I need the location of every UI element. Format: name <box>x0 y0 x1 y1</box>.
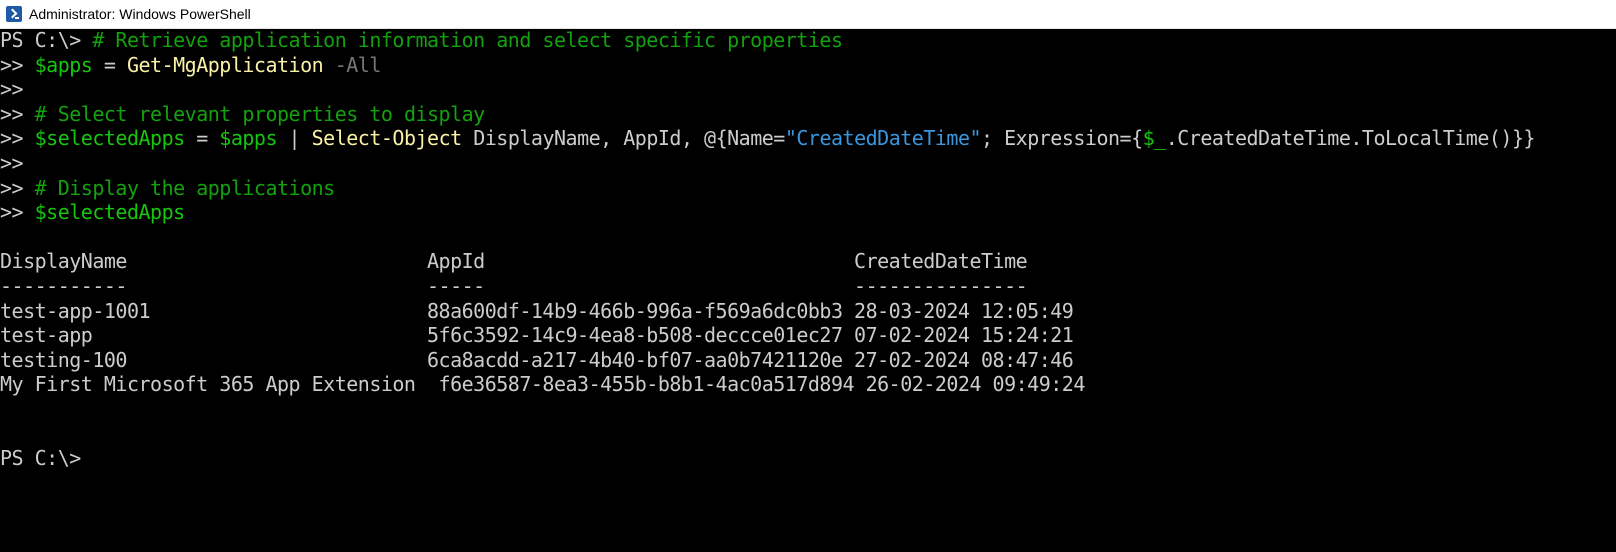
terminal-text-segment: >> <box>0 101 35 126</box>
terminal-line: >> $selectedApps = $apps | Select-Object… <box>0 126 1616 151</box>
terminal-text-segment: >> <box>0 126 35 151</box>
terminal-line: test-app 5f6c3592-14c9-4ea8-b508-deccce0… <box>0 323 1616 348</box>
terminal-text-segment: = <box>92 52 127 77</box>
terminal-line: My First Microsoft 365 App Extension f6e… <box>0 372 1616 397</box>
terminal-text-segment: PS C:\> <box>0 446 81 471</box>
terminal-line: test-app-1001 88a600df-14b9-466b-996a-f5… <box>0 299 1616 324</box>
terminal-text-segment: "CreatedDateTime" <box>784 126 982 151</box>
terminal-text-segment: ----------- ----- --------------- <box>0 273 1028 298</box>
terminal-line: >> # Display the applications <box>0 176 1616 201</box>
terminal-line: >> $apps = Get-MgApplication -All <box>0 53 1616 78</box>
terminal-text-segment: >> <box>0 77 24 102</box>
terminal-text-segment: # Retrieve application information and s… <box>92 28 843 52</box>
window-titlebar[interactable]: Administrator: Windows PowerShell <box>0 0 1616 29</box>
terminal-text-segment: .CreatedDateTime.ToLocalTime()}} <box>1165 126 1536 151</box>
terminal-text-segment: # Display the applications <box>34 175 336 200</box>
terminal-text-segment: DisplayName AppId CreatedDateTime <box>0 249 1028 274</box>
terminal-text-segment: >> <box>0 200 35 225</box>
terminal-line: >> <box>0 151 1616 176</box>
terminal-text-segment: PS C:\> <box>0 28 93 52</box>
terminal-text-segment: $apps <box>219 126 278 151</box>
terminal-text-segment: = <box>184 126 220 151</box>
terminal-line: DisplayName AppId CreatedDateTime <box>0 249 1616 274</box>
terminal-line: ----------- ----- --------------- <box>0 274 1616 299</box>
terminal-line: >> $selectedApps <box>0 200 1616 225</box>
terminal-text-segment: >> <box>0 52 35 77</box>
terminal-text-segment: testing-100 6ca8acdd-a217-4b40-bf07-aa0b… <box>0 347 1074 372</box>
terminal-line: PS C:\> # Retrieve application informati… <box>0 28 1616 53</box>
terminal-text-segment: DisplayName, AppId, @{Name= <box>461 126 785 151</box>
terminal-text-segment: $selectedApps <box>34 126 186 151</box>
powershell-icon <box>6 6 22 22</box>
terminal-text-segment: test-app-1001 88a600df-14b9-466b-996a-f5… <box>0 298 1074 323</box>
terminal-text-segment: | <box>277 126 312 151</box>
terminal-text-segment: Select-Object <box>311 126 463 151</box>
terminal-text-segment: -All <box>323 52 382 77</box>
terminal-text-segment: >> <box>0 175 35 200</box>
terminal-text-segment: $_ <box>1142 126 1167 151</box>
terminal-text-segment: Get-MgApplication <box>126 52 324 77</box>
terminal-text-segment: >> <box>0 150 24 175</box>
terminal-line: testing-100 6ca8acdd-a217-4b40-bf07-aa0b… <box>0 348 1616 373</box>
terminal-text-segment: My First Microsoft 365 App Extension f6e… <box>0 372 1085 397</box>
terminal-output[interactable]: PS C:\> # Retrieve application informati… <box>0 28 1616 552</box>
terminal-text-segment: ; Expression={ <box>981 126 1143 151</box>
terminal-text-segment: $apps <box>34 52 93 77</box>
terminal-text-segment: $selectedApps <box>34 200 186 225</box>
terminal-text-segment: # Select relevant properties to display <box>34 101 486 126</box>
terminal-line: PS C:\> <box>0 446 1616 471</box>
terminal-text-segment: test-app 5f6c3592-14c9-4ea8-b508-deccce0… <box>0 323 1074 348</box>
terminal-line: >> <box>0 77 1616 102</box>
window-title: Administrator: Windows PowerShell <box>29 6 251 22</box>
terminal-line: >> # Select relevant properties to displ… <box>0 102 1616 127</box>
